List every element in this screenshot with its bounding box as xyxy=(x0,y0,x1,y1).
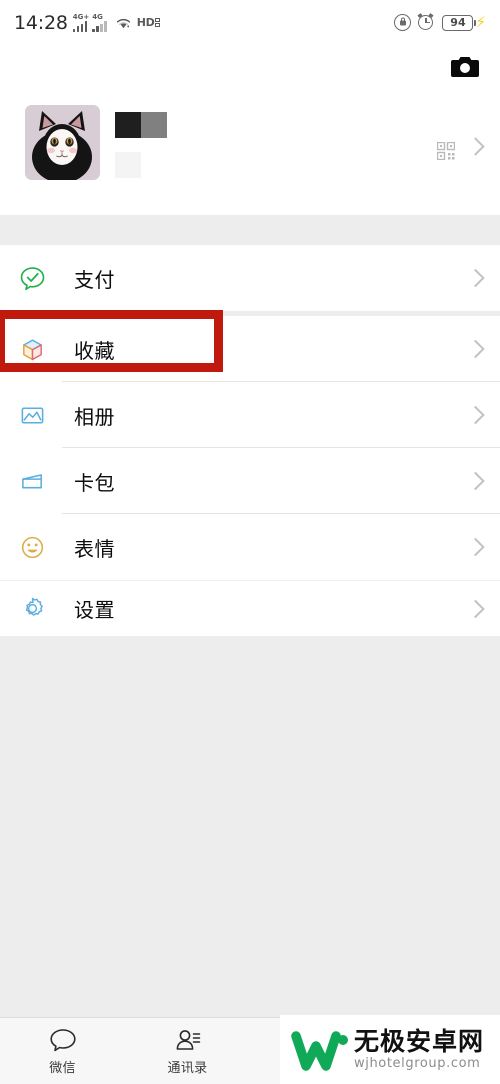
tab-label: 微信 xyxy=(49,1060,76,1076)
chat-bubble-icon xyxy=(49,1027,77,1054)
tab-label: 通讯录 xyxy=(167,1060,208,1076)
signal-strength-2-icon: 4G xyxy=(92,12,107,32)
menu-item-stickers[interactable]: 表情 xyxy=(0,514,500,580)
status-clock: 14:28 xyxy=(14,11,68,34)
menu-item-label: 卡包 xyxy=(74,470,115,495)
chevron-right-icon xyxy=(466,268,485,288)
battery-percent-label: 94 xyxy=(450,16,466,29)
menu-item-label: 设置 xyxy=(74,598,115,622)
menu-item-favorites[interactable]: 收藏 xyxy=(0,316,500,382)
rotation-lock-icon xyxy=(394,14,412,31)
settings-icon xyxy=(18,595,46,623)
avatar[interactable] xyxy=(25,105,100,180)
watermark-overlay: 无极安卓网 wjhotelgroup.com xyxy=(280,1015,500,1084)
status-bar: 14:28 4G+ 4G HD 94 ⚡ xyxy=(0,0,500,45)
profile-card[interactable] xyxy=(0,90,500,215)
chevron-right-icon xyxy=(466,405,485,425)
profile-id-redacted xyxy=(115,152,141,178)
status-bar-right: 94 ⚡ xyxy=(394,13,486,31)
hd-voice-icon: HD xyxy=(136,16,161,29)
qr-code-icon[interactable] xyxy=(436,141,456,161)
menu-item-pay[interactable]: 支付 xyxy=(0,245,500,311)
chevron-right-icon xyxy=(466,537,485,557)
page-filler-area xyxy=(0,636,500,1017)
section-divider-1 xyxy=(0,215,500,245)
network-type-label-2: 4G xyxy=(92,12,103,21)
album-icon xyxy=(18,401,46,429)
watermark-url-label: wjhotelgroup.com xyxy=(354,1056,481,1071)
pay-icon xyxy=(18,264,46,292)
sticker-icon xyxy=(18,533,46,561)
chevron-right-icon xyxy=(466,599,485,618)
top-action-bar xyxy=(0,45,500,90)
phone-screen: 14:28 4G+ 4G HD 94 ⚡ 支付 收藏 相册 卡包 表情 设置 微… xyxy=(0,0,500,1084)
tab-contacts[interactable]: 通讯录 xyxy=(125,1018,250,1084)
chevron-right-icon xyxy=(466,339,485,359)
watermark-text: 无极安卓网 wjhotelgroup.com xyxy=(354,1029,484,1070)
menu-item-label: 相册 xyxy=(74,404,115,429)
menu-item-album[interactable]: 相册 xyxy=(0,382,500,448)
profile-chevron-right-icon xyxy=(466,137,485,156)
cat-avatar-image xyxy=(25,105,100,180)
menu-item-label: 收藏 xyxy=(74,338,115,363)
wifi-icon xyxy=(115,15,132,30)
hd-label: HD xyxy=(136,16,155,29)
menu-item-label: 支付 xyxy=(74,267,115,292)
cards-icon xyxy=(18,467,46,495)
favorites-icon xyxy=(18,335,46,363)
w-logo-icon xyxy=(290,1026,352,1074)
watermark-cn-label: 无极安卓网 xyxy=(354,1027,485,1056)
contacts-icon xyxy=(174,1027,202,1054)
status-bar-left: 14:28 4G+ 4G HD xyxy=(14,11,161,34)
menu-item-label: 表情 xyxy=(74,536,115,561)
chevron-right-icon xyxy=(466,471,485,491)
tab-wechat[interactable]: 微信 xyxy=(0,1018,125,1084)
profile-name-redacted xyxy=(115,112,167,138)
menu-item-cards[interactable]: 卡包 xyxy=(0,448,500,514)
alarm-clock-icon xyxy=(417,13,435,31)
charging-bolt-icon: ⚡ xyxy=(475,13,486,31)
network-type-label-1: 4G+ xyxy=(72,12,90,21)
menu-item-settings[interactable]: 设置 xyxy=(0,581,500,636)
battery-indicator: 94 ⚡ xyxy=(442,13,486,31)
signal-strength-1-icon: 4G+ xyxy=(72,12,90,32)
camera-icon[interactable] xyxy=(450,55,480,79)
